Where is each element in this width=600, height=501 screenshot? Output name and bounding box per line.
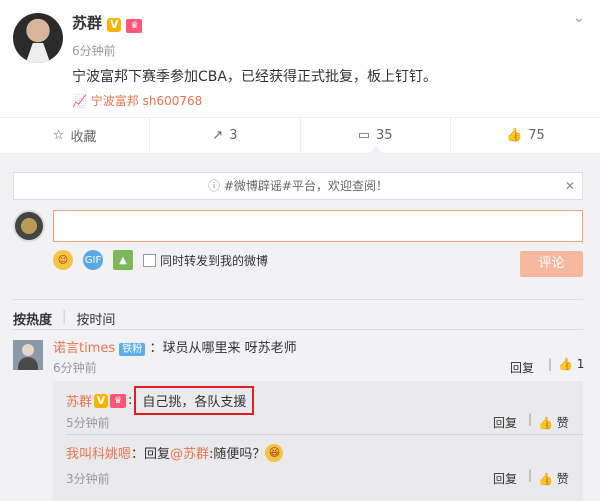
action-bar: ☆ 收藏 ↗ 3 ▭ 35 👍 75 [0, 117, 600, 154]
reply-like-button[interactable]: 👍 赞 [538, 470, 569, 487]
tab-by-time[interactable]: 按时间 [76, 309, 115, 328]
post-time[interactable]: 6分钟前 [72, 42, 116, 59]
thumb-up-icon: 👍 [538, 472, 553, 486]
reply-like-sep: | [528, 468, 533, 482]
reply-text-highlight: 自己挑，各队支援 [134, 386, 255, 415]
favorite-button[interactable]: ☆ 收藏 [0, 118, 151, 153]
thumb-up-icon: 👍 [506, 128, 523, 143]
mention-link[interactable]: @苏群 [170, 443, 209, 462]
sort-tabs: 按热度 | 按时间 [13, 309, 115, 328]
thumb-up-icon: 👍 [558, 357, 573, 371]
stock-tag[interactable]: 📈 宁波富邦 sh600768 [72, 92, 202, 109]
reply-item: 苏群 V ♛ : 自己挑，各队支援 [66, 386, 255, 415]
verified-icon: V [107, 18, 122, 32]
comment-time[interactable]: 6分钟前 [53, 359, 97, 376]
reply-time[interactable]: 3分钟前 [66, 470, 110, 487]
reply-reply-button[interactable]: 回复 [493, 470, 517, 487]
vip-crown-icon: ♛ [110, 393, 127, 408]
comment-icon: ▭ [357, 128, 370, 143]
comment-input[interactable] [53, 210, 583, 242]
info-icon: ⓘ [208, 179, 221, 193]
post-menu-chevron-icon[interactable]: ⌄ [573, 10, 585, 26]
share-checkbox[interactable] [143, 253, 156, 267]
author-name-row: 苏群 V ♛ [72, 12, 143, 33]
star-icon: ☆ [52, 128, 65, 143]
author-avatar[interactable] [13, 13, 63, 63]
share-label: 同时转发到我的微博 [160, 253, 269, 268]
rumor-notice[interactable]: ⓘ #微博辟谣#平台，欢迎查阅！ ✕ [13, 172, 583, 200]
divider [13, 299, 583, 300]
comment-like-button[interactable]: 👍 1 [558, 357, 584, 371]
author-name[interactable]: 苏群 [72, 14, 102, 32]
repost-icon: ↗ [212, 128, 224, 143]
commenter-name[interactable]: 诺言times [53, 341, 115, 356]
tab-by-hot[interactable]: 按热度 [13, 309, 52, 328]
post-text: 宁波富邦下赛季参加CBA，已经获得正式批复，板上钉钉。 [72, 69, 437, 85]
laugh-emoji-icon: 😆 [265, 443, 284, 462]
stock-chart-icon: 📈 [72, 94, 87, 108]
commenter-avatar[interactable] [13, 340, 43, 370]
reply-item: 我叫科姚嗯 ：回复 @苏群 :随便吗？ 😆 [66, 443, 284, 462]
reply-divider [66, 434, 583, 435]
comment-text: ：球员从哪里来 呀苏老师 [149, 341, 297, 356]
submit-comment-button[interactable]: 评论 [520, 251, 583, 277]
tab-separator: | [62, 309, 67, 324]
composer-tools: ☺ GIF ▲ 同时转发到我的微博 [53, 250, 268, 270]
reply-text: :随便吗？ [209, 447, 266, 462]
reply-user[interactable]: 我叫科姚嗯 [66, 443, 131, 462]
verified-icon: V [94, 393, 109, 408]
vip-crown-icon: ♛ [126, 19, 143, 33]
thumb-up-icon: 👍 [538, 416, 553, 430]
comment-body: 诺言times 铁粉 ：球员从哪里来 呀苏老师 [53, 337, 297, 356]
emoji-icon[interactable]: ☺ [53, 250, 73, 270]
close-icon[interactable]: ✕ [565, 173, 575, 199]
my-avatar [13, 210, 45, 242]
repost-button[interactable]: ↗ 3 [150, 118, 301, 153]
reply-time[interactable]: 5分钟前 [66, 414, 110, 431]
divider [13, 329, 583, 330]
reply-reply-button[interactable]: 回复 [493, 414, 517, 431]
comment-like-sep: | [548, 357, 553, 371]
gif-icon[interactable]: GIF [83, 250, 103, 270]
image-icon[interactable]: ▲ [113, 250, 133, 270]
fan-badge: 铁粉 [119, 343, 146, 356]
reply-user[interactable]: 苏群 [66, 391, 92, 410]
reply-like-button[interactable]: 👍 赞 [538, 414, 569, 431]
like-button[interactable]: 👍 75 [451, 118, 600, 153]
comment-reply-button[interactable]: 回复 [510, 359, 534, 376]
reply-like-sep: | [528, 412, 533, 426]
